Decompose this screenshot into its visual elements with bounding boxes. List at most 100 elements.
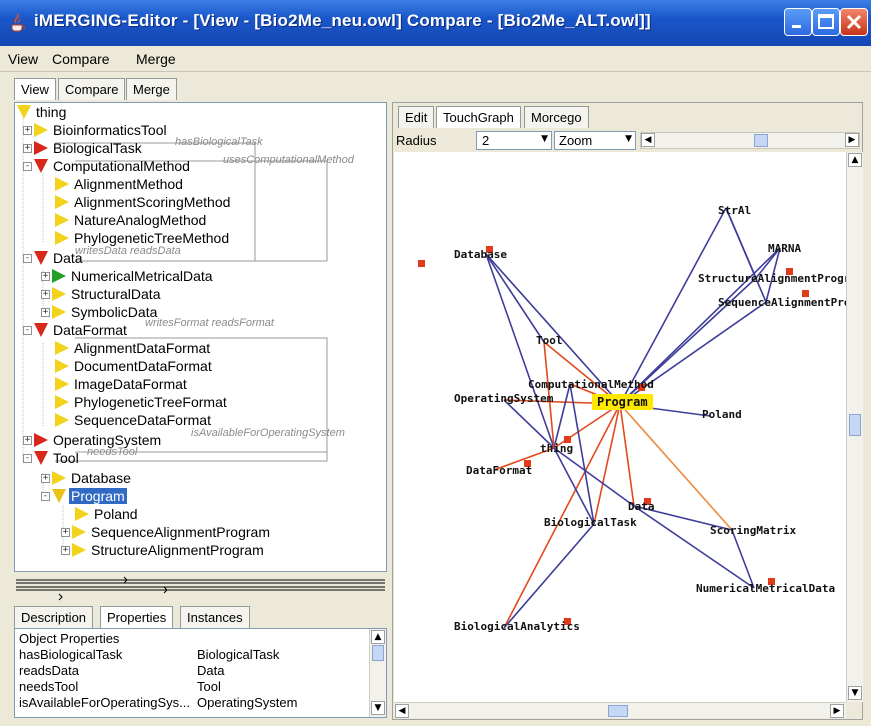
close-button[interactable] [840,8,868,36]
tree-node[interactable]: - Tool [23,449,81,467]
scroll-down-icon[interactable]: ▼ [848,686,862,700]
tree-node[interactable]: + BioinformaticsTool [23,121,169,139]
graph-node[interactable]: OperatingSystem [454,392,553,405]
properties-scrollbar[interactable]: ▲ ▼ [369,629,386,717]
graph-node[interactable]: Tool [536,334,563,347]
graph-node[interactable]: Data [628,500,655,513]
zoom-select[interactable]: Zoom ▼ [554,131,636,150]
graph-node[interactable]: BiologicalTask [544,516,637,529]
tree-node[interactable]: + NumericalMetricalData [41,267,215,285]
title-bar[interactable]: iMERGING-Editor - [View - [Bio2Me_neu.ow… [0,0,871,46]
graph-horizontal-scrollbar[interactable]: ◀ ▶ [394,702,846,718]
class-triangle-icon [52,269,66,283]
tab-merge[interactable]: Merge [126,78,177,100]
graph-node[interactable]: ScoringMatrix [710,524,796,537]
graph-node[interactable]: StrAl [718,204,751,217]
expand-icon[interactable]: + [41,473,50,483]
graph-node[interactable]: SequenceAlignmentProgram [718,296,846,309]
graph-hscroll-thumb[interactable] [608,705,628,717]
collapse-icon[interactable]: - [23,325,32,335]
panel-splitter[interactable] [14,574,387,602]
tree-node[interactable]: + BiologicalTask [23,139,144,157]
tree-node[interactable]: PhylogeneticTreeFormat [55,393,229,411]
tree-node-label: Tool [53,450,79,466]
tab-morcego[interactable]: Morcego [524,106,589,128]
table-row[interactable]: isAvailableForOperatingSys... OperatingSy… [19,695,369,710]
tree-node[interactable]: + Database [41,469,133,487]
tree-node[interactable]: + SymbolicData [41,303,159,321]
graph-node[interactable]: BiologicalAnalytics [454,620,580,633]
collapse-icon[interactable]: - [23,253,32,263]
table-row[interactable]: hasBiologicalTask BiologicalTask [19,647,369,662]
touchgraph-canvas[interactable]: Database StrAl MARNA StructureAlignmentProg… [394,152,846,702]
tree-node[interactable]: ImageDataFormat [55,375,189,393]
tree-node[interactable]: NatureAnalogMethod [55,211,208,229]
tab-description[interactable]: Description [14,606,94,628]
expand-icon[interactable]: + [23,125,32,135]
expand-icon[interactable]: + [41,307,50,317]
graph-center-node[interactable]: Program [592,394,653,410]
graph-node[interactable]: ComputationalMethod [528,378,654,391]
expand-icon[interactable]: + [23,435,32,445]
tree-node[interactable]: AlignmentMethod [55,175,185,193]
graph-node[interactable]: StructureAlignmentProgram [698,272,846,285]
tree-node[interactable]: DocumentDataFormat [55,357,214,375]
tree-node[interactable]: - ComputationalMethod [23,157,192,175]
graph-node[interactable]: MARNA [768,242,801,255]
scroll-left-icon[interactable]: ◀ [395,704,409,718]
tree-node[interactable]: SequenceDataFormat [55,411,213,429]
menu-view[interactable]: View [8,51,38,67]
graph-node[interactable]: Poland [702,408,742,421]
tree-node[interactable]: + SequenceAlignmentProgram [61,523,272,541]
expand-icon[interactable]: + [61,527,70,537]
collapse-icon[interactable]: - [23,161,32,171]
tab-properties[interactable]: Properties [100,606,174,628]
tree-node[interactable]: + StructureAlignmentProgram [61,541,266,559]
class-triangle-icon [75,507,89,521]
tree-node[interactable]: + StructuralData [41,285,162,303]
menu-compare[interactable]: Compare [52,51,110,67]
minimize-button[interactable] [784,8,812,36]
graph-node[interactable]: NumericalMetricalData [696,582,835,595]
tree-node[interactable]: AlignmentDataFormat [55,339,212,357]
graph-node[interactable]: Database [454,248,507,261]
maximize-button[interactable] [812,8,840,36]
ontology-tree-panel: thing + BioinformaticsTool + BiologicalTask -… [14,102,387,572]
properties-scroll-thumb[interactable] [372,645,384,661]
tab-edit[interactable]: Edit [398,106,435,128]
collapse-icon[interactable]: - [23,453,32,463]
zoom-slider[interactable]: ◀ ▶ [640,132,860,149]
scroll-up-icon[interactable]: ▲ [371,630,385,644]
table-row[interactable]: needsTool Tool [19,679,369,694]
graph-vertical-scrollbar[interactable]: ▲ ▼ [846,152,863,702]
tree-node[interactable]: AlignmentScoringMethod [55,193,232,211]
graph-vscroll-thumb[interactable] [849,414,861,436]
menu-merge[interactable]: Merge [136,51,176,67]
table-row[interactable]: readsData Data [19,663,369,678]
graph-node[interactable]: DataFormat [466,464,532,477]
class-triangle-icon [52,287,66,301]
tab-compare[interactable]: Compare [58,78,126,100]
scroll-left-icon[interactable]: ◀ [641,133,655,147]
tree-node[interactable]: - DataFormat [23,321,129,339]
expand-icon[interactable]: + [61,545,70,555]
tree-node[interactable]: thing [17,103,68,121]
expand-icon[interactable]: + [41,271,50,281]
radius-select[interactable]: 2 ▼ [476,131,552,150]
class-triangle-icon [55,231,69,245]
tab-instances[interactable]: Instances [180,606,250,628]
tree-node[interactable]: - Program [41,487,127,505]
scroll-down-icon[interactable]: ▼ [371,701,385,715]
graph-node[interactable]: thing [540,442,573,455]
scroll-right-icon[interactable]: ▶ [845,133,859,147]
scroll-up-icon[interactable]: ▲ [848,153,862,167]
zoom-slider-thumb[interactable] [754,134,768,147]
expand-icon[interactable]: + [23,143,32,153]
tab-view[interactable]: View [14,78,56,100]
collapse-icon[interactable]: - [41,491,50,501]
tree-node[interactable]: Poland [75,505,140,523]
tab-touchgraph[interactable]: TouchGraph [436,106,521,128]
expand-icon[interactable]: + [41,289,50,299]
scroll-right-icon[interactable]: ▶ [830,704,844,718]
tree-node-label: Program [69,488,127,504]
